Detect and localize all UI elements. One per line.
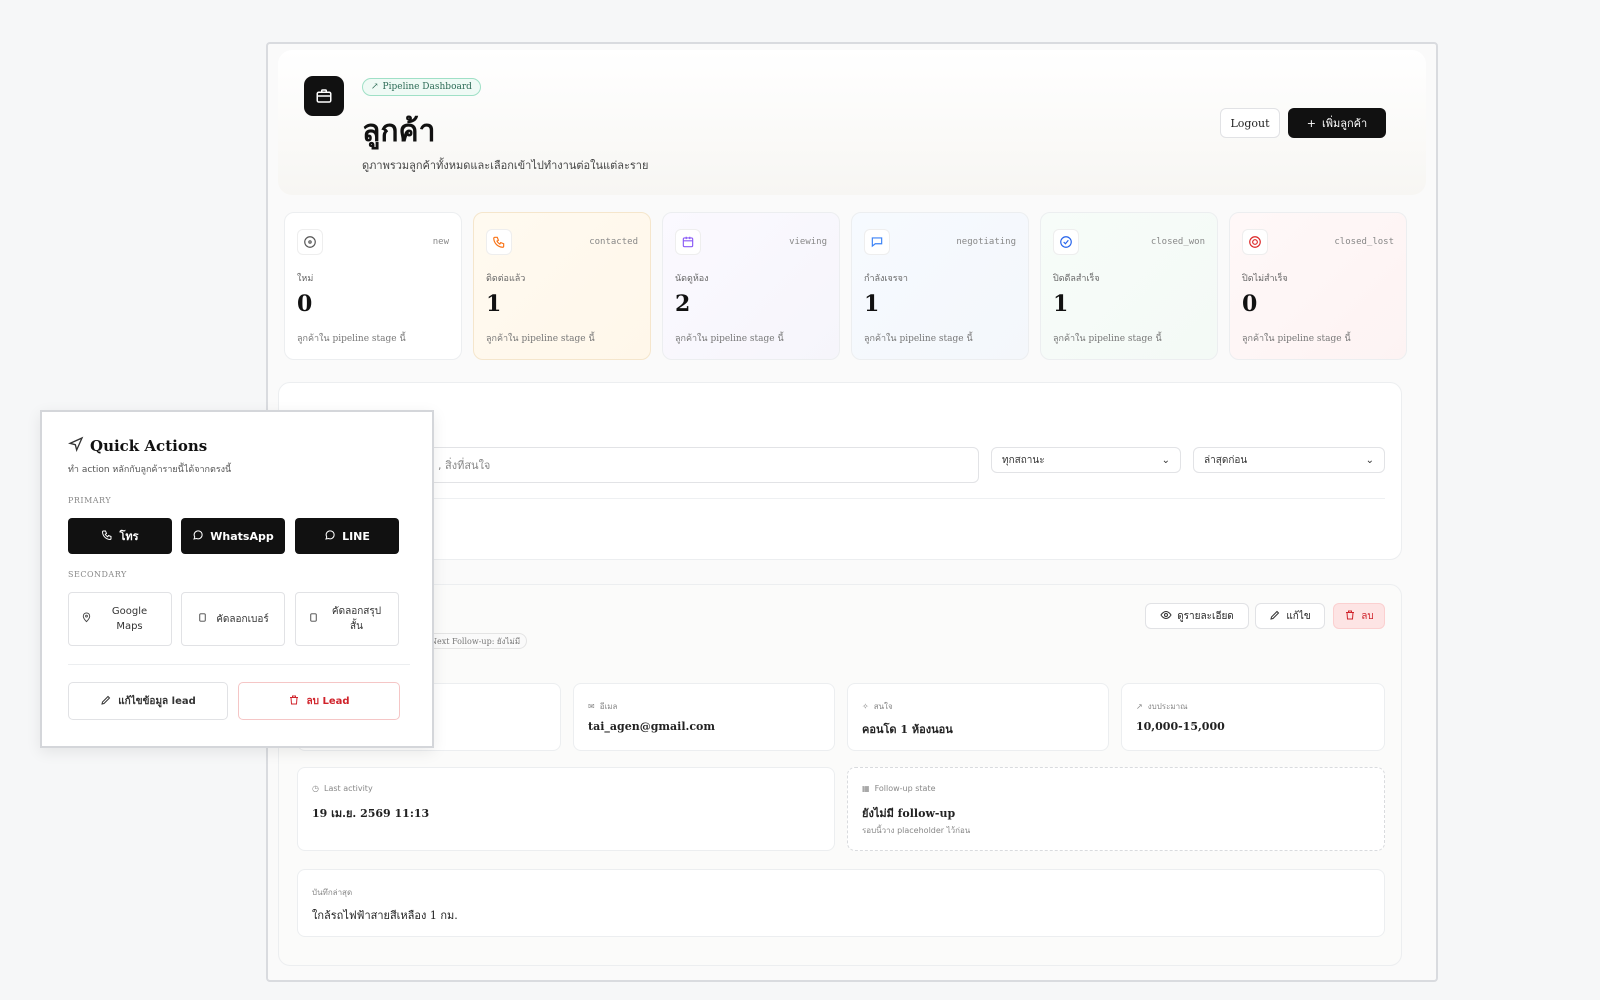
edit-lead-button[interactable]: แก้ไขข้อมูล lead (68, 682, 228, 720)
interest-value: คอนโด 1 ห้องนอน (862, 723, 953, 736)
delete-button[interactable]: ลบ (1333, 603, 1385, 629)
stage-key: new (432, 237, 449, 247)
logout-button[interactable]: Logout (1220, 108, 1280, 138)
stage-label: ปิดไม่สำเร็จ (1242, 274, 1288, 284)
followup-state-card: ▦ Follow-up state ยังไม่มี follow-up รอบน… (847, 767, 1385, 851)
calendar-icon (675, 229, 701, 255)
stage-desc: ลูกค้าใน pipeline stage นี้ (864, 334, 973, 344)
phone-icon (486, 229, 512, 255)
last-activity-value: 19 เม.ย. 2569 11:13 (312, 807, 430, 820)
stage-key: closed_lost (1334, 237, 1394, 247)
filter-panel: , สิ่งที่สนใจ ทุกสถานะ ⌄ ล่าสุดก่อน ⌄ (278, 382, 1402, 560)
email-info-card: ✉ อีเมล tai_agen@gmail.com (573, 683, 835, 751)
stage-label: ติดต่อแล้ว (486, 274, 526, 284)
stage-desc: ลูกค้าใน pipeline stage นี้ (1053, 334, 1162, 344)
quick-actions-panel: Quick Actions ทำ action หลักกับลูกค้าราย… (40, 410, 434, 748)
stage-card-closed-won[interactable]: closed_won ปิดดีลสำเร็จ 1 ลูกค้าใน pipel… (1040, 212, 1218, 360)
page-title: ลูกค้า (362, 114, 436, 149)
status-select[interactable]: ทุกสถานะ ⌄ (991, 447, 1181, 473)
interest-info-card: ✧ สนใจ คอนโด 1 ห้องนอน (847, 683, 1109, 751)
stage-desc: ลูกค้าใน pipeline stage นี้ (1242, 334, 1351, 344)
plus-icon: + (1306, 116, 1316, 130)
chat-bubble-icon (192, 529, 204, 544)
pencil-icon (100, 694, 112, 709)
trash-icon (1344, 609, 1356, 624)
google-maps-button[interactable]: Google Maps (68, 592, 172, 646)
send-icon (67, 436, 84, 456)
app-window: ↗ Pipeline Dashboard ลูกค้า ดูภาพรวมลูกค… (266, 42, 1438, 982)
trend-icon: ↗ (1136, 702, 1143, 711)
notes-card: บันทึกล่าสุด ใกล้รถไฟฟ้าสายสีเหลือง 1 กม… (297, 869, 1385, 937)
stage-count: 0 (297, 291, 313, 317)
call-button[interactable]: โทร (68, 518, 172, 554)
stage-card-contacted[interactable]: contacted ติดต่อแล้ว 1 ลูกค้าใน pipeline… (473, 212, 651, 360)
stage-count: 1 (486, 291, 502, 317)
chevron-down-icon: ⌄ (1365, 454, 1374, 466)
stage-key: viewing (789, 237, 827, 247)
stage-card-viewing[interactable]: viewing นัดดูห้อง 2 ลูกค้าใน pipeline st… (662, 212, 840, 360)
followup-tag: Next Follow-up: ยังไม่มี (423, 633, 528, 649)
edit-button[interactable]: แก้ไข (1255, 603, 1325, 629)
stage-label: นัดดูห้อง (675, 274, 709, 284)
stage-count: 0 (1242, 291, 1258, 317)
stage-key: closed_won (1150, 237, 1205, 247)
followup-sub: รอบนี้วาง placeholder ไว้ก่อน (862, 826, 971, 835)
pipeline-badge: ↗ Pipeline Dashboard (362, 78, 481, 96)
notes-value: ใกล้รถไฟฟ้าสายสีเหลือง 1 กม. (312, 909, 458, 922)
page-subtitle: ดูภาพรวมลูกค้าทั้งหมดและเลือกเข้าไปทำงาน… (362, 159, 649, 172)
chat-icon (864, 229, 890, 255)
stage-desc: ลูกค้าใน pipeline stage นี้ (675, 334, 784, 344)
stage-card-new[interactable]: new ใหม่ 0 ลูกค้าใน pipeline stage นี้ (284, 212, 462, 360)
sort-select[interactable]: ล่าสุดก่อน ⌄ (1193, 447, 1385, 473)
stage-label: ปิดดีลสำเร็จ (1053, 274, 1100, 284)
followup-value: ยังไม่มี follow-up (862, 807, 956, 820)
stage-key: negotiating (956, 237, 1016, 247)
stage-desc: ลูกค้าใน pipeline stage นี้ (486, 334, 595, 344)
clock-icon: ◷ (312, 784, 319, 793)
pencil-icon (1269, 609, 1281, 624)
copy-icon (197, 612, 208, 626)
circle-icon (297, 229, 323, 255)
copy-number-button[interactable]: คัดลอกเบอร์ (181, 592, 285, 646)
sparkle-icon: ✧ (862, 702, 869, 711)
budget-value: 10,000-15,000 (1136, 720, 1225, 733)
view-details-button[interactable]: ดูรายละเอียด (1145, 603, 1249, 629)
divider (68, 664, 410, 665)
add-customer-button[interactable]: + เพิ่มลูกค้า (1288, 108, 1386, 138)
stage-count: 2 (675, 291, 691, 317)
page-header: ↗ Pipeline Dashboard ลูกค้า ดูภาพรวมลูกค… (278, 50, 1426, 195)
copy-summary-button[interactable]: คัดลอกสรุปสั้น (295, 592, 399, 646)
budget-info-card: ↗ งบประมาณ 10,000-15,000 (1121, 683, 1385, 751)
whatsapp-button[interactable]: WhatsApp (181, 518, 285, 554)
target-icon (1242, 229, 1268, 255)
eye-icon (1160, 609, 1172, 624)
stage-label: กำลังเจรจา (864, 274, 908, 284)
check-circle-icon (1053, 229, 1079, 255)
email-value: tai_agen@gmail.com (588, 720, 716, 733)
calendar-icon: ▦ (862, 784, 870, 793)
copy-icon (308, 612, 319, 626)
trend-icon: ↗ (371, 82, 379, 92)
stage-desc: ลูกค้าใน pipeline stage นี้ (297, 334, 406, 344)
mail-icon: ✉ (588, 702, 595, 711)
chat-bubble-icon (324, 529, 336, 544)
last-activity-card: ◷ Last activity 19 เม.ย. 2569 11:13 (297, 767, 835, 851)
trash-icon (288, 694, 300, 709)
stage-card-negotiating[interactable]: negotiating กำลังเจรจา 1 ลูกค้าใน pipeli… (851, 212, 1029, 360)
divider (299, 498, 1385, 499)
stage-key: contacted (589, 237, 638, 247)
map-pin-icon (81, 612, 92, 626)
briefcase-icon (304, 76, 344, 116)
stage-label: ใหม่ (297, 274, 314, 284)
line-button[interactable]: LINE (295, 518, 399, 554)
stage-count: 1 (864, 291, 880, 317)
chevron-down-icon: ⌄ (1161, 454, 1170, 466)
phone-icon (101, 529, 113, 544)
stage-count: 1 (1053, 291, 1069, 317)
delete-lead-button[interactable]: ลบ Lead (238, 682, 400, 720)
lead-card: Next Follow-up: ยังไม่มี ดูรายละเอียด แก… (278, 584, 1402, 966)
stage-card-closed-lost[interactable]: closed_lost ปิดไม่สำเร็จ 0 ลูกค้าใน pipe… (1229, 212, 1407, 360)
